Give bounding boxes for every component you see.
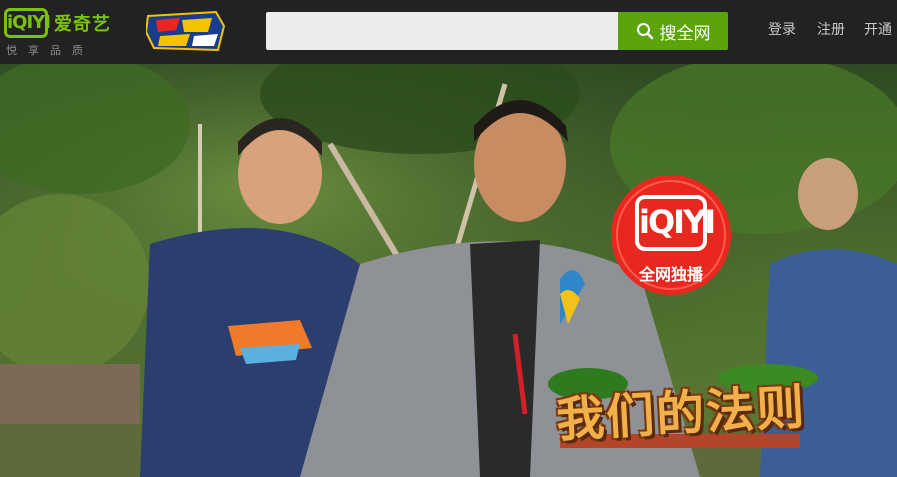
iqiyi-logo-mark: iQIYI (4, 8, 51, 38)
vip-link[interactable]: 开通​ (864, 19, 892, 39)
running-man-logo[interactable] (144, 10, 226, 52)
brand-slogan: 悦享品质 (6, 44, 94, 57)
badge-label: 全网独播 (638, 265, 703, 284)
show-title-logo: 我们的法则 (548, 364, 818, 454)
brand-name: 爱奇艺 (54, 14, 111, 35)
register-link[interactable]: 注册 (817, 19, 845, 39)
top-navigation-bar: iQIYI 爱奇艺 悦享品质 搜全网 登录 注册 开通​ (0, 0, 897, 64)
search-button-label: 搜全网 (659, 23, 711, 44)
badge-iqiyi-mark: iQIYI (635, 195, 716, 251)
login-link[interactable]: 登录 (768, 19, 796, 39)
search-input[interactable] (266, 12, 618, 50)
search-button[interactable]: 搜全网 (618, 12, 728, 50)
promo-banner[interactable]: iQIYI 全网独播 我们的法则 (0, 64, 897, 477)
iqiyi-logo[interactable]: iQIYI 爱奇艺 悦享品质 (4, 6, 122, 58)
show-title: 我们的法则 (554, 379, 808, 449)
exclusive-broadcast-badge: iQIYI 全网独播 (609, 173, 733, 297)
running-man-logo-art (144, 10, 226, 52)
search-icon (636, 23, 653, 40)
